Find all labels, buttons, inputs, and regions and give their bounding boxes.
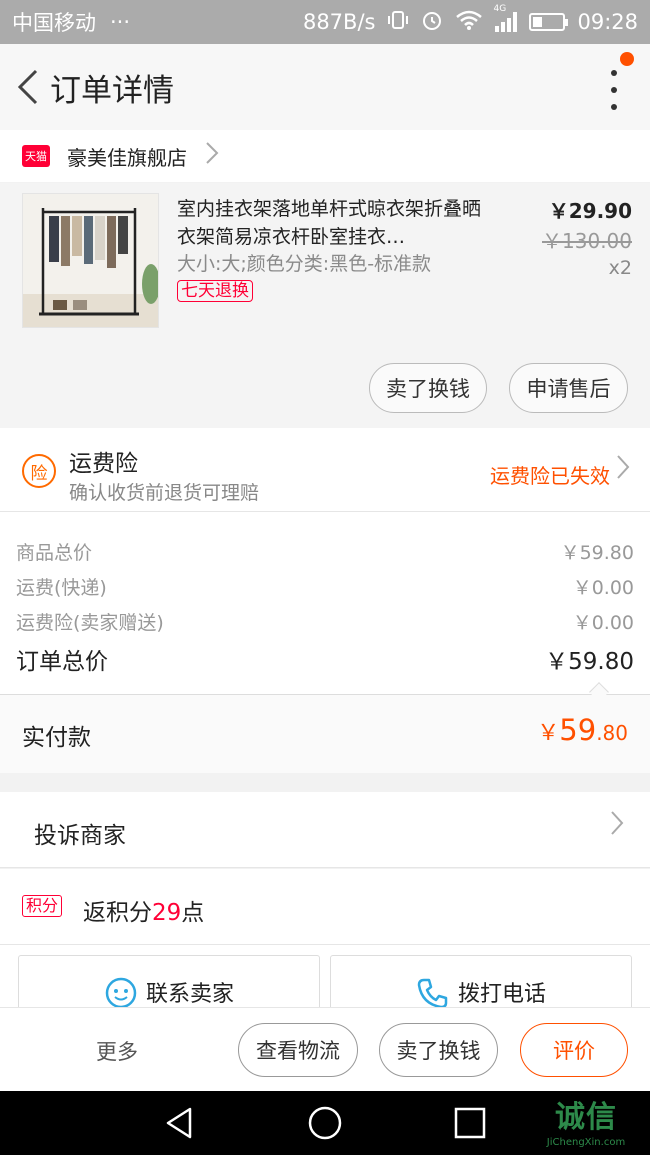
insurance-status: 运费险已失效 <box>490 464 610 488</box>
product-original-price: ￥130.00 <box>542 229 632 253</box>
chevron-right-icon <box>616 454 630 487</box>
points-row: 积分 返积分29点 <box>0 869 650 945</box>
call-phone-label: 拨打电话 <box>457 982 546 1007</box>
paid-decimal: .80 <box>596 721 628 745</box>
complaint-row[interactable]: 投诉商家 <box>0 792 650 868</box>
battery-icon <box>529 13 569 31</box>
watermark-logo: 诚信 JiChengXin.com <box>526 1099 646 1153</box>
alarm-icon <box>421 9 443 36</box>
nav-back-icon[interactable] <box>162 1105 198 1141</box>
paid-value: ￥ 59 .80 <box>537 713 628 747</box>
clock: 09:28 <box>577 10 638 34</box>
insurance-subtitle: 确认收货前退货可理赔 <box>69 482 260 504</box>
contact-area: 联系卖家 拨打电话 <box>0 945 650 1017</box>
after-sales-button[interactable]: 申请售后 <box>509 363 628 413</box>
view-logistics-button[interactable]: 查看物流 <box>238 1023 358 1077</box>
points-prefix: 返积分 <box>83 900 152 926</box>
chevron-left-icon[interactable] <box>8 67 48 107</box>
shipping-insurance-row[interactable]: 险 运费险 确认收货前退货可理赔 运费险已失效 <box>0 428 650 512</box>
sell-button[interactable]: 卖了换钱 <box>369 363 487 413</box>
summary-value: ￥0.00 <box>572 577 634 599</box>
product-quantity: x2 <box>608 257 632 279</box>
notification-dot <box>620 52 634 66</box>
tmall-icon: 天猫 <box>22 145 50 167</box>
product-image[interactable] <box>22 193 159 328</box>
chevron-right-icon <box>205 141 219 171</box>
points-text: 返积分29点 <box>83 893 204 927</box>
summary-value: ￥59.80 <box>560 542 634 564</box>
chevron-right-icon <box>610 810 624 843</box>
carrier-more: ··· <box>110 10 131 34</box>
contact-seller-label: 联系卖家 <box>145 982 234 1007</box>
network-type: 4G <box>493 4 507 14</box>
points-badge: 积分 <box>22 895 63 917</box>
summary-value: ￥0.00 <box>572 612 634 634</box>
net-speed: 887B/s <box>302 10 376 34</box>
nav-header: 订单详情 <box>0 44 650 130</box>
summary-row: 商品总价 ￥59.80 <box>16 538 634 565</box>
paid-integer: 59 <box>559 713 597 747</box>
paid-label: 实付款 <box>22 725 91 751</box>
price-summary: 商品总价 ￥59.80 运费(快递) ￥0.00 运费险(卖家赠送) ￥0.00… <box>0 512 650 694</box>
more-link[interactable]: 更多 <box>96 1036 138 1066</box>
shop-name: 豪美佳旗舰店 <box>67 145 187 170</box>
summary-label: 运费(快递) <box>16 577 107 599</box>
paid-amount-row: 实付款 ￥ 59 .80 <box>0 695 650 773</box>
insurance-icon: 险 <box>22 454 56 488</box>
wifi-icon <box>455 9 483 36</box>
product-card[interactable]: 室内挂衣架落地单杆式晾衣架折叠晒衣架简易凉衣杆卧室挂衣… 大小:大;颜色分类:黑… <box>0 183 650 428</box>
sell-button[interactable]: 卖了换钱 <box>379 1023 498 1077</box>
more-vertical-icon[interactable] <box>606 70 622 110</box>
nav-home-icon[interactable] <box>307 1105 343 1141</box>
review-button[interactable]: 评价 <box>520 1023 628 1077</box>
insurance-title: 运费险 <box>69 451 138 477</box>
page-title: 订单详情 <box>50 72 174 109</box>
product-price: ￥29.90 <box>548 199 632 223</box>
points-count: 29 <box>152 900 182 926</box>
shop-row[interactable]: 天猫 豪美佳旗舰店 <box>0 130 650 182</box>
points-suffix: 点 <box>181 900 205 926</box>
order-total-value: ￥59.80 <box>545 649 634 675</box>
summary-row: 运费(快递) ￥0.00 <box>16 573 634 600</box>
summary-label: 运费险(卖家赠送) <box>16 612 164 634</box>
carrier-label: 中国移动 <box>12 11 96 35</box>
return-policy-badge: 七天退换 <box>177 280 253 302</box>
summary-row: 运费险(卖家赠送) ￥0.00 <box>16 608 634 635</box>
vibrate-icon <box>387 9 409 36</box>
product-sku: 大小:大;颜色分类:黑色-标准款 <box>177 253 432 275</box>
watermark-sub: JiChengXin.com <box>546 1137 626 1148</box>
order-total-label: 订单总价 <box>16 649 108 675</box>
product-title[interactable]: 室内挂衣架落地单杆式晾衣架折叠晒衣架简易凉衣杆卧室挂衣… <box>177 195 495 251</box>
status-bar: 中国移动 ··· 887B/s 4G 09:28 <box>0 0 650 44</box>
order-total-row: 订单总价 ￥59.80 <box>16 642 634 676</box>
nav-recents-icon[interactable] <box>452 1105 488 1141</box>
bottom-action-bar: 更多 查看物流 卖了换钱 评价 <box>0 1007 650 1091</box>
complaint-label: 投诉商家 <box>34 823 126 849</box>
summary-label: 商品总价 <box>16 542 93 564</box>
paid-currency: ￥ <box>537 721 560 746</box>
watermark-text: 诚信 <box>555 1100 617 1135</box>
signal-icon: 4G <box>493 4 518 32</box>
